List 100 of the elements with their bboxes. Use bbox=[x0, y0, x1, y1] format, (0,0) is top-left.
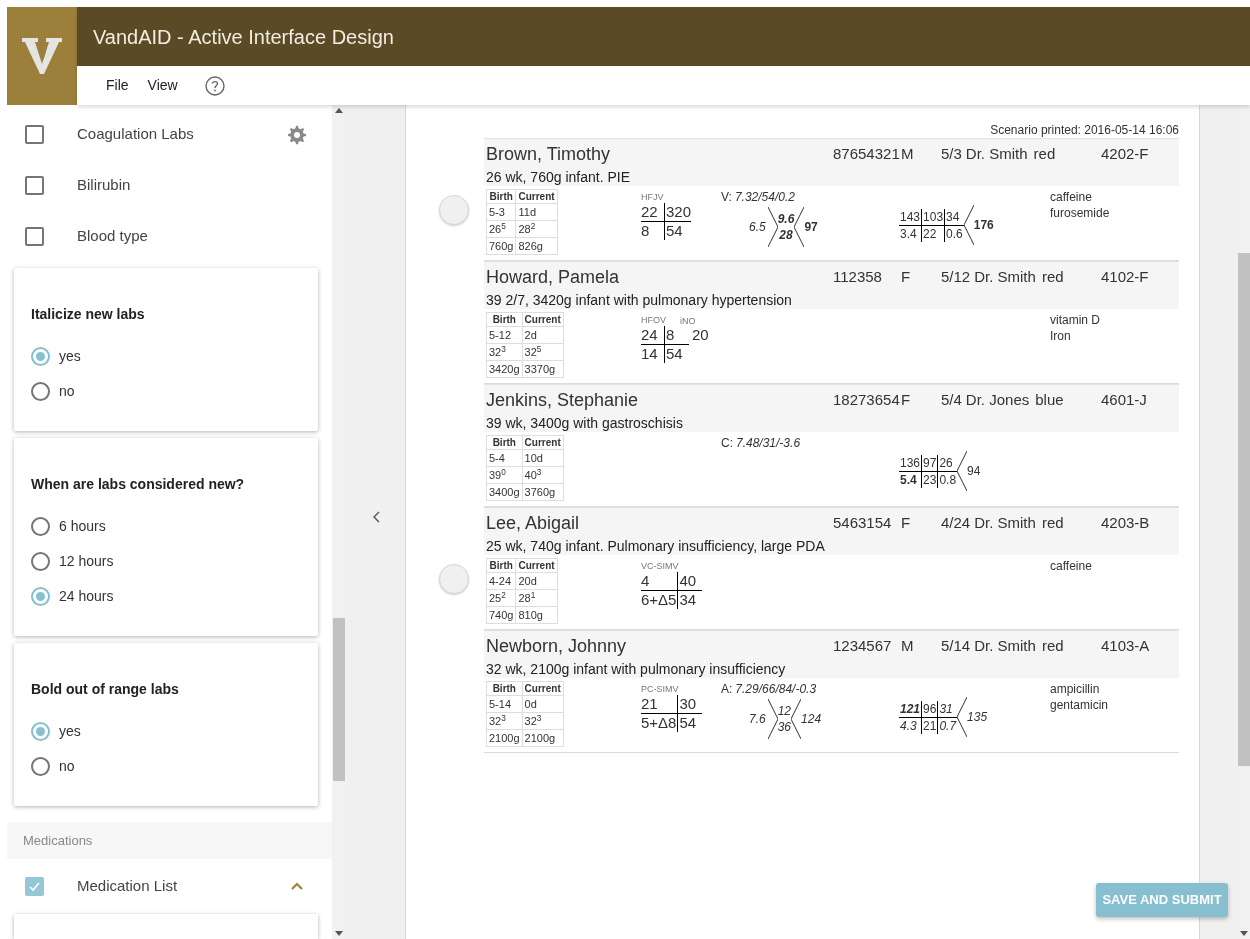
patient-summary: 26 wk, 760g infant. PIE bbox=[486, 168, 631, 187]
checkbox[interactable] bbox=[25, 125, 44, 144]
medication-name: ampicillin bbox=[1050, 681, 1101, 697]
patient-sex: F bbox=[901, 512, 912, 533]
scroll-up-icon[interactable] bbox=[335, 108, 343, 113]
table-header: Birth bbox=[486, 435, 523, 450]
card-title: Bold out of range labs bbox=[31, 680, 180, 699]
lab-value: 6.5 bbox=[749, 219, 766, 235]
vent-value: 54 bbox=[678, 714, 698, 732]
lab-value: 36 bbox=[777, 719, 792, 735]
bed-number: 4203-B bbox=[1101, 512, 1151, 533]
gas-label: V: bbox=[721, 189, 732, 205]
scroll-thumb[interactable] bbox=[333, 618, 345, 781]
patient-summary: 39 wk, 3400g with gastroschisis bbox=[486, 414, 684, 433]
lab-value: 34 bbox=[946, 208, 960, 225]
fishbone-bracket bbox=[957, 697, 968, 737]
help-icon[interactable] bbox=[204, 75, 225, 96]
table-cell: 810g bbox=[516, 606, 558, 624]
gas-label: A: bbox=[721, 681, 733, 697]
medication-name: gentamicin bbox=[1050, 697, 1110, 713]
lab-value: 135 bbox=[967, 709, 988, 725]
table-cell: 32$^{5}$ bbox=[522, 343, 564, 361]
table-cell: 40$^{3}$ bbox=[522, 466, 564, 484]
patient-name: Howard, Pamela bbox=[486, 265, 621, 289]
lab-value: 21 bbox=[923, 717, 937, 734]
table-cell: 5-14 bbox=[486, 695, 523, 713]
patient-mrn: 87654321 bbox=[833, 143, 901, 164]
team-name: red bbox=[1033, 143, 1057, 164]
admit-date: 5/3 bbox=[941, 143, 962, 164]
lab-value: 26 bbox=[939, 454, 953, 471]
radio-button[interactable] bbox=[31, 347, 50, 366]
gas-values: 7.29/66/84/-0.3 bbox=[735, 681, 817, 697]
vent-mode: PC-SIMV bbox=[641, 684, 679, 695]
radio-button[interactable] bbox=[31, 552, 50, 571]
vent-value: 40 bbox=[678, 572, 703, 591]
table-header: Current bbox=[516, 189, 558, 204]
gas-label: C: bbox=[721, 435, 733, 451]
table-cell: 2100g bbox=[522, 729, 564, 747]
patient-mrn: 1234567 bbox=[833, 635, 893, 656]
scroll-thumb[interactable] bbox=[1238, 253, 1250, 766]
lab-value: 0.6 bbox=[946, 225, 963, 242]
lab-value: 28 bbox=[779, 227, 793, 243]
patient-sex: M bbox=[901, 143, 915, 164]
menu-item[interactable]: File bbox=[106, 75, 129, 96]
vent-mode: HFOV bbox=[641, 315, 666, 326]
doctor-name: Dr. Smith bbox=[974, 512, 1036, 533]
doctor-name: Dr. Smith bbox=[974, 266, 1036, 287]
scroll-down-icon[interactable] bbox=[1240, 931, 1248, 936]
table-cell: 3400g bbox=[486, 483, 523, 501]
patient-sex: M bbox=[901, 635, 915, 656]
lab-value: 3.4 bbox=[900, 225, 917, 242]
vent-value: 8 bbox=[641, 222, 665, 240]
table-cell: 28$^{1}$ bbox=[516, 589, 558, 607]
bed-number: 4103-A bbox=[1101, 635, 1151, 656]
radio-button[interactable] bbox=[31, 382, 50, 401]
card-title: When are labs considered new? bbox=[31, 475, 246, 494]
lab-value: 96 bbox=[923, 700, 937, 717]
menu-item[interactable]: View bbox=[147, 75, 178, 96]
patient-summary: 32 wk, 2100g infant with pulmonary insufficiency bbox=[486, 660, 787, 679]
lab-value: 7.6 bbox=[749, 711, 766, 727]
radio-label: yes bbox=[59, 722, 81, 741]
chevron-up-icon[interactable] bbox=[290, 881, 304, 892]
lab-value: 12 bbox=[777, 703, 792, 719]
medication-name: caffeine bbox=[1050, 189, 1093, 205]
scrollbar[interactable] bbox=[332, 105, 346, 939]
table-cell: 826g bbox=[516, 237, 558, 255]
table-cell: 4-24 bbox=[486, 572, 516, 590]
app-title: VandAID - Active Interface Design bbox=[93, 24, 394, 50]
vent-value: 21 bbox=[641, 695, 679, 714]
lab-value: 0.8 bbox=[939, 471, 957, 488]
checkbox[interactable] bbox=[25, 227, 44, 246]
patient-summary: 25 wk, 740g infant. Pulmonary insufficiency, large PDA bbox=[486, 537, 826, 556]
fishbone-bracket bbox=[957, 451, 968, 491]
checkbox[interactable] bbox=[25, 176, 44, 195]
patient-name: Newborn, Johnny bbox=[486, 634, 628, 658]
radio-button[interactable] bbox=[31, 587, 50, 606]
radio-label: no bbox=[59, 757, 75, 776]
table-cell: 28$^{2}$ bbox=[516, 220, 558, 238]
lab-option-label: Coagulation Labs bbox=[77, 124, 195, 145]
vent-value: 6+Δ5 bbox=[641, 591, 679, 609]
checkbox[interactable] bbox=[25, 876, 44, 896]
vent-value: 14 bbox=[641, 345, 665, 363]
radio-button[interactable] bbox=[31, 517, 50, 536]
lab-value: 23 bbox=[923, 471, 937, 488]
radio-button[interactable] bbox=[31, 757, 50, 776]
table-cell: 11d bbox=[516, 203, 558, 221]
collapse-left-icon[interactable] bbox=[371, 511, 380, 523]
table-cell: 2d bbox=[522, 326, 564, 344]
patient-mrn: 5463154 bbox=[833, 512, 893, 533]
team-name: blue bbox=[1035, 389, 1065, 410]
settings-icon[interactable] bbox=[287, 124, 307, 145]
lab-value: 5.4 bbox=[900, 471, 917, 488]
radio-button[interactable] bbox=[31, 722, 50, 741]
table-header: Current bbox=[522, 435, 564, 450]
radio-label: no bbox=[59, 382, 75, 401]
gas-values: 7.32/54/0.2 bbox=[734, 189, 795, 205]
scroll-down-icon[interactable] bbox=[335, 931, 343, 936]
vent-value: 4 bbox=[641, 572, 679, 591]
table-cell: 5-4 bbox=[486, 449, 523, 467]
table-header: Current bbox=[516, 558, 558, 573]
